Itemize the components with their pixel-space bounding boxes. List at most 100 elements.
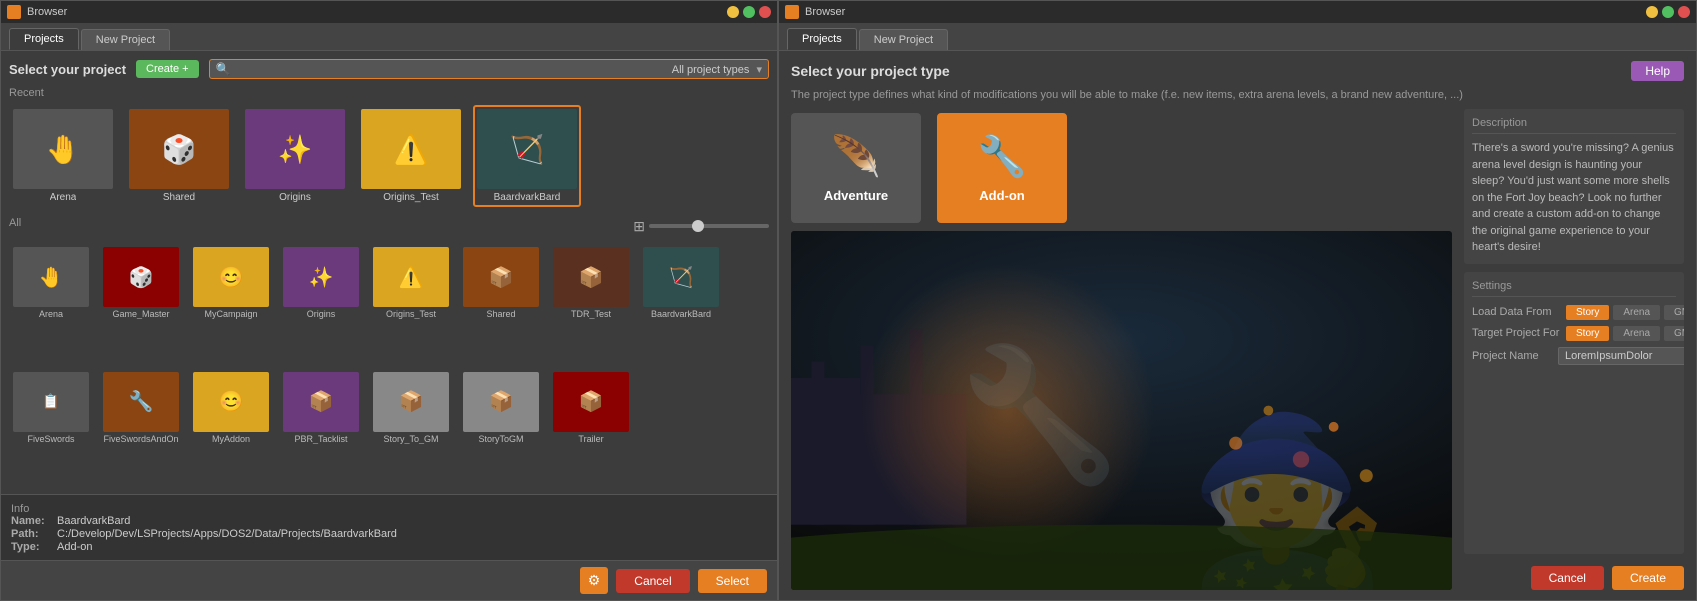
info-name-key: Name: [11,515,51,527]
right-tab-projects[interactable]: Projects [787,28,857,50]
left-minimize-btn[interactable] [727,6,739,18]
info-path-value: C:/Develop/Dev/LSProjects/Apps/DOS2/Data… [57,528,397,540]
left-window: Browser Projects New Project Select your… [0,0,778,601]
proj-shared[interactable]: 📦 Shared [459,243,543,362]
settings-title: Settings [1472,280,1676,297]
right-main-content: Select your project type Help The projec… [779,51,1696,600]
svg-text:🔧: 🔧 [958,336,1121,488]
recent-project-arena[interactable]: 🤚 Arena [9,105,117,207]
left-panel-title: Select your project [9,62,126,77]
load-story-button[interactable]: Story [1566,305,1609,320]
description-text: There's a sword you're missing? A genius… [1472,140,1676,256]
type-card-adventure[interactable]: 🪶 Adventure [791,113,921,223]
info-path-row: Path: C:/Develop/Dev/LSProjects/Apps/DOS… [11,528,767,540]
load-gm-button[interactable]: GM [1664,305,1684,320]
adventure-icon: 🪶 [831,133,881,180]
right-tab-bar: Projects New Project [779,23,1696,51]
right-maximize-btn[interactable] [1662,6,1674,18]
proj-fiveswords-and-on[interactable]: 🔧 FiveSwordsAndOn [99,368,183,487]
search-input[interactable] [237,63,666,75]
right-title-bar-left: Browser [785,5,845,19]
right-title-bar: Browser [779,1,1696,23]
proj-baardvark-all[interactable]: 🏹 BaardvarkBard [639,243,723,362]
search-box: 🔍 All project types ▾ [209,59,769,79]
recent-label-origins: Origins [279,192,311,203]
all-section-label: All [9,217,21,229]
right-window: Browser Projects New Project Select your… [778,0,1697,601]
game-art-svg: 🔧 🧙 [791,231,1452,590]
right-create-button[interactable]: Create [1612,566,1684,590]
addon-icon: 🔧 [977,133,1027,180]
gear-button[interactable]: ⚙ [580,567,609,594]
info-type-value: Add-on [57,541,92,553]
recent-project-origins-test[interactable]: ⚠️ Origins_Test [357,105,465,207]
description-section: Description There's a sword you're missi… [1464,109,1684,264]
recent-thumb-origins: ✨ [245,109,345,189]
proj-fiveswords[interactable]: 📋 FiveSwords [9,368,93,487]
right-subtitle: The project type defines what kind of mo… [791,89,1684,101]
left-cancel-button[interactable]: Cancel [616,569,689,593]
right-action-bar: Cancel Create [1464,562,1684,590]
size-slider-container: ⊞ [633,218,769,235]
proj-mycampaign[interactable]: 😊 MyCampaign [189,243,273,362]
description-title: Description [1472,117,1676,134]
target-arena-button[interactable]: Arena [1613,326,1660,341]
target-project-row: Target Project For Story Arena GM [1472,326,1676,341]
left-tab-projects[interactable]: Projects [9,28,79,50]
left-window-title: Browser [27,6,67,18]
recent-thumb-arena: 🤚 [13,109,113,189]
proj-origins-test[interactable]: ⚠️ Origins_Test [369,243,453,362]
chevron-down-icon: ▾ [756,64,762,76]
right-left-col: 🪶 Adventure 🔧 Add-on [791,109,1452,590]
recent-section-label: Recent [9,87,769,99]
right-cancel-button[interactable]: Cancel [1531,566,1604,590]
all-projects-grid: 🤚 Arena 🎲 Game_Master 😊 MyCampaign ✨ Ori… [9,243,769,486]
load-data-row: Load Data From Story Arena GM [1472,305,1676,320]
proj-pbr-tacklist[interactable]: 📦 PBR_Tacklist [279,368,363,487]
addon-label: Add-on [979,188,1024,203]
right-window-title: Browser [805,6,845,18]
search-filter-dropdown[interactable]: All project types ▾ [672,63,762,76]
left-title-bar: Browser [1,1,777,23]
proj-myaddon[interactable]: 😊 MyAddon [189,368,273,487]
create-button[interactable]: Create + [136,60,199,78]
left-header-row: Select your project Create + 🔍 All proje… [9,59,769,79]
proj-game-master[interactable]: 🎲 Game_Master [99,243,183,362]
load-arena-button[interactable]: Arena [1613,305,1660,320]
left-maximize-btn[interactable] [743,6,755,18]
right-title-controls [1646,6,1690,18]
left-app-icon [7,5,21,19]
proj-story-to-gm[interactable]: 📦 Story_To_GM [369,368,453,487]
info-name-value: BaardvarkBard [57,515,130,527]
left-tab-new-project[interactable]: New Project [81,29,170,50]
target-gm-button[interactable]: GM [1664,326,1684,341]
proj-arena[interactable]: 🤚 Arena [9,243,93,362]
recent-project-shared[interactable]: 🎲 Shared [125,105,233,207]
right-tab-new-project[interactable]: New Project [859,29,948,50]
proj-trailer[interactable]: 📦 Trailer [549,368,633,487]
proj-tdr-test[interactable]: 📦 TDR_Test [549,243,633,362]
left-main-content: Select your project Create + 🔍 All proje… [1,51,777,494]
project-name-input[interactable] [1558,347,1684,365]
select-button[interactable]: Select [698,569,767,593]
type-cards-row: 🪶 Adventure 🔧 Add-on [791,113,1452,223]
type-card-addon[interactable]: 🔧 Add-on [937,113,1067,223]
help-button[interactable]: Help [1631,61,1684,81]
proj-storytogm[interactable]: 📦 StoryToGM [459,368,543,487]
right-app-icon [785,5,799,19]
recent-thumb-baardvark: 🏹 [477,109,577,189]
left-close-btn[interactable] [759,6,771,18]
info-path-key: Path: [11,528,51,540]
proj-origins[interactable]: ✨ Origins [279,243,363,362]
left-action-bar: ⚙ Cancel Select [1,560,777,600]
recent-project-origins[interactable]: ✨ Origins [241,105,349,207]
right-two-col: 🪶 Adventure 🔧 Add-on [791,109,1684,590]
target-story-button[interactable]: Story [1566,326,1609,341]
right-close-btn[interactable] [1678,6,1690,18]
size-slider[interactable] [649,224,769,228]
recent-project-baardvark[interactable]: 🏹 BaardvarkBard [473,105,581,207]
search-icon: 🔍 [216,62,231,76]
right-minimize-btn[interactable] [1646,6,1658,18]
gear-icon: ⚙ [588,572,601,588]
recent-thumb-shared: 🎲 [129,109,229,189]
